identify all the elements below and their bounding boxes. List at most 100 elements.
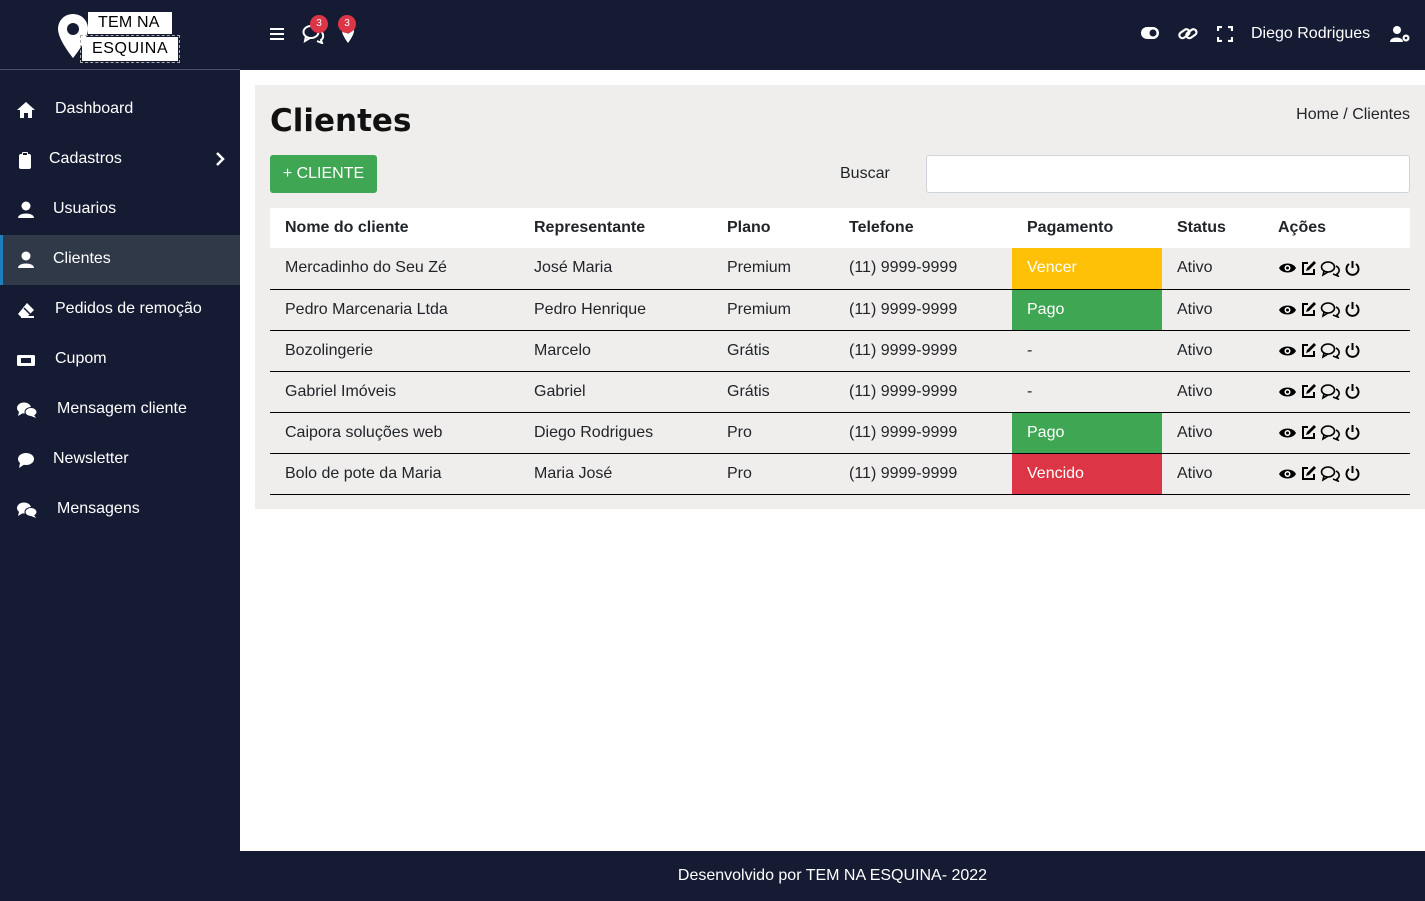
comments-icon[interactable] [1320, 260, 1341, 277]
username[interactable]: Diego Rodrigues [1251, 25, 1370, 43]
edit-icon[interactable] [1300, 260, 1317, 277]
cell-plan: Pro [712, 453, 834, 495]
column-header-name: Nome do cliente [270, 208, 519, 248]
sidebar-item-label: Newsletter [53, 450, 129, 467]
power-icon[interactable] [1344, 342, 1361, 359]
edit-icon[interactable] [1300, 383, 1317, 400]
sidebar-item-mensagem-cliente[interactable]: Mensagem cliente [0, 385, 240, 435]
breadcrumb[interactable]: Home / Clientes [1296, 106, 1410, 124]
sidebar-item-cupom[interactable]: Cupom [0, 335, 240, 385]
cell-status: Ativo [1162, 330, 1263, 372]
toggle-icon[interactable] [1140, 26, 1160, 40]
user-icon [18, 251, 34, 268]
sidebar-item-label: Dashboard [55, 100, 134, 117]
sidebar-item-label: Cadastros [49, 150, 122, 167]
sidebar-item-label: Clientes [53, 250, 111, 267]
search-input[interactable] [926, 155, 1410, 193]
comments-icon[interactable] [1320, 383, 1341, 400]
location-badge: 3 [338, 15, 356, 33]
cell-name: Caipora soluções web [270, 412, 519, 454]
power-icon[interactable] [1344, 260, 1361, 277]
footer: Desenvolvido por TEM NA ESQUINA- 2022 [240, 851, 1425, 901]
table-row: Pedro Marcenaria Ltda Pedro Henrique Pre… [270, 289, 1410, 331]
cell-payment: - [1012, 330, 1162, 372]
hamburger-menu-icon[interactable] [269, 26, 285, 42]
chevron-right-icon [216, 152, 225, 166]
comments-icon[interactable] [1320, 301, 1341, 318]
cell-status: Ativo [1162, 289, 1263, 331]
cell-representative: Pedro Henrique [519, 289, 712, 331]
cell-phone: (11) 9999-9999 [834, 289, 1012, 331]
sidebar-item-dashboard[interactable]: Dashboard [0, 85, 240, 135]
view-icon[interactable] [1278, 344, 1297, 358]
cell-payment: Vencido [1012, 453, 1162, 495]
cell-representative: Maria José [519, 453, 712, 495]
table-row: Mercadinho do Seu Zé José Maria Premium … [270, 248, 1410, 290]
power-icon[interactable] [1344, 424, 1361, 441]
home-icon [17, 102, 35, 118]
cell-actions [1263, 289, 1410, 331]
power-icon[interactable] [1344, 465, 1361, 482]
sidebar-item-usuarios[interactable]: Usuarios [0, 185, 240, 235]
cell-phone: (11) 9999-9999 [834, 330, 1012, 372]
column-header-payment: Pagamento [1012, 208, 1162, 248]
view-icon[interactable] [1278, 426, 1297, 440]
comments-icon [17, 402, 38, 418]
sidebar-item-label: Mensagens [57, 500, 140, 517]
logo-text-line1: TEM NA [98, 14, 160, 31]
sidebar-item-newsletter[interactable]: Newsletter [0, 435, 240, 485]
cell-name: Mercadinho do Seu Zé [270, 248, 519, 290]
cell-representative: Diego Rodrigues [519, 412, 712, 454]
cell-name: Bozolingerie [270, 330, 519, 372]
comments-icon[interactable] [1320, 342, 1341, 359]
cell-actions [1263, 371, 1410, 413]
cell-name: Pedro Marcenaria Ltda [270, 289, 519, 331]
ticket-icon [17, 355, 35, 366]
brand-logo[interactable]: TEM NA ESQUINA [0, 0, 240, 70]
column-header-rep: Representante [519, 208, 712, 248]
view-icon[interactable] [1278, 303, 1297, 317]
cell-phone: (11) 9999-9999 [834, 453, 1012, 495]
cell-actions [1263, 248, 1410, 290]
sidebar-item-label: Pedidos de remoção [55, 300, 202, 317]
messages-badge: 3 [310, 15, 328, 33]
cell-representative: Gabriel [519, 371, 712, 413]
eraser-icon [18, 303, 34, 318]
edit-icon[interactable] [1300, 342, 1317, 359]
link-icon[interactable] [1178, 25, 1198, 43]
sidebar-item-clientes[interactable]: Clientes [0, 235, 240, 285]
edit-icon[interactable] [1300, 424, 1317, 441]
power-icon[interactable] [1344, 383, 1361, 400]
page-title: Clientes [270, 103, 412, 139]
table-row: Bolo de pote da Maria Maria José Pro (11… [270, 453, 1410, 495]
view-icon[interactable] [1278, 261, 1297, 275]
sidebar-item-pedidos-remocao[interactable]: Pedidos de remoção [0, 285, 240, 335]
cell-actions [1263, 412, 1410, 454]
cell-plan: Grátis [712, 330, 834, 372]
add-client-button[interactable]: + CLIENTE [270, 155, 377, 193]
comments-icon[interactable] [1320, 424, 1341, 441]
fullscreen-icon[interactable] [1217, 26, 1233, 42]
edit-icon[interactable] [1300, 301, 1317, 318]
sidebar-item-cadastros[interactable]: Cadastros [0, 135, 240, 185]
view-icon[interactable] [1278, 385, 1297, 399]
user-settings-icon[interactable] [1389, 25, 1411, 43]
table-row: Bozolingerie Marcelo Grátis (11) 9999-99… [270, 330, 1410, 372]
column-header-status: Status [1162, 208, 1263, 248]
cell-plan: Grátis [712, 371, 834, 413]
cell-status: Ativo [1162, 412, 1263, 454]
table-row: Caipora soluções web Diego Rodrigues Pro… [270, 412, 1410, 454]
cell-phone: (11) 9999-9999 [834, 248, 1012, 290]
sidebar: TEM NA ESQUINA Dashboard Cadastros Usuar… [0, 0, 240, 901]
edit-icon[interactable] [1300, 465, 1317, 482]
power-icon[interactable] [1344, 301, 1361, 318]
view-icon[interactable] [1278, 467, 1297, 481]
logo-text-line2: ESQUINA [92, 40, 169, 57]
comments-icon[interactable] [1320, 465, 1341, 482]
sidebar-item-mensagens[interactable]: Mensagens [0, 485, 240, 535]
cell-phone: (11) 9999-9999 [834, 412, 1012, 454]
comment-icon [18, 453, 34, 468]
column-header-actions: Ações [1263, 208, 1410, 248]
cell-name: Gabriel Imóveis [270, 371, 519, 413]
sidebar-nav: Dashboard Cadastros Usuarios Clientes Pe… [0, 85, 240, 535]
